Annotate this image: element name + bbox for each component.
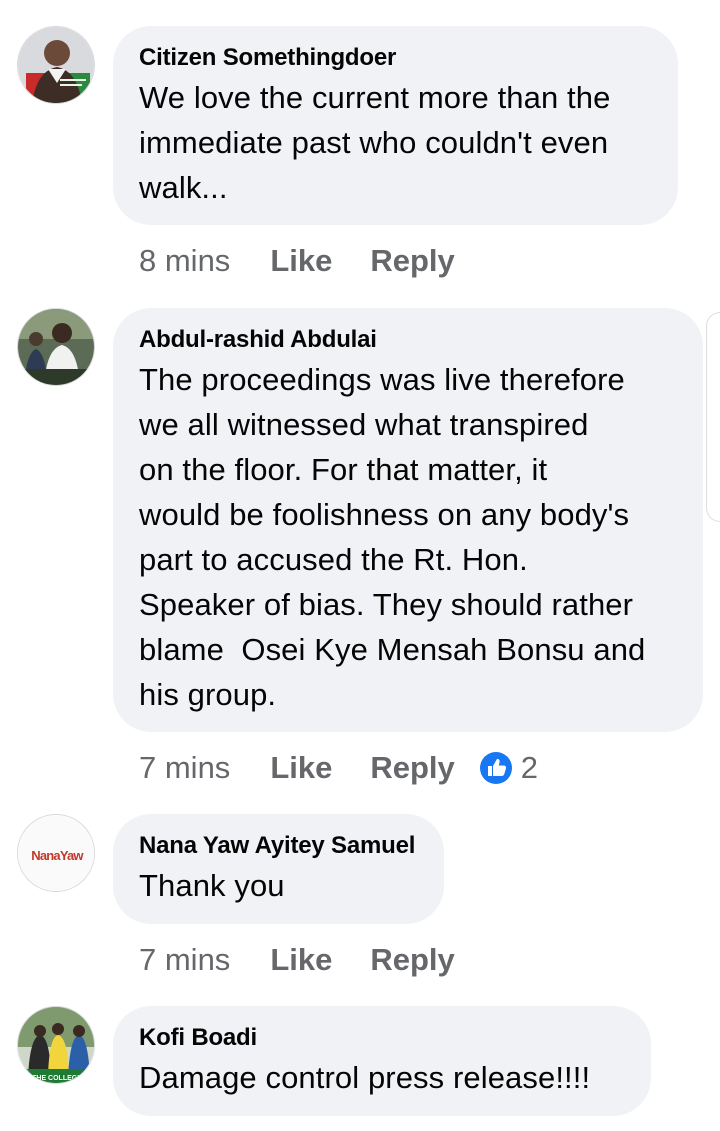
avatar[interactable] (17, 308, 95, 386)
comment-line: Damage control press release!!!! (139, 1060, 591, 1095)
avatar[interactable]: THE COLLEGE (17, 1006, 95, 1084)
comment-actions: 7 mins Like Reply (139, 940, 493, 980)
comment-line: part to accused the Rt. Hon. (139, 542, 528, 577)
next-panel-edge (706, 312, 720, 522)
comment-text: The proceedings was live therefore we al… (139, 357, 677, 717)
reaction-count: 2 (520, 750, 539, 785)
comment-author[interactable]: Kofi Boadi (139, 1023, 625, 1053)
comment-bubble: Kofi Boadi Damage control press release!… (113, 1006, 651, 1116)
comment-actions: 7 mins Like Reply 2 (139, 748, 538, 788)
like-button[interactable]: Like (270, 942, 332, 978)
comment-line: his group. (139, 677, 277, 712)
like-button[interactable]: Like (270, 243, 332, 279)
comment-text: Damage control press release!!!! (139, 1055, 625, 1100)
comment-author[interactable]: Citizen Somethingdoer (139, 43, 652, 73)
comment-actions: 8 mins Like Reply (139, 241, 493, 281)
comment-author[interactable]: Abdul-rashid Abdulai (139, 325, 677, 355)
avatar-logo-text: NanaYaw (31, 848, 84, 863)
reply-button[interactable]: Reply (370, 750, 454, 786)
comment-bubble: Citizen Somethingdoer We love the curren… (113, 26, 678, 225)
comment-text: We love the current more than the immedi… (139, 75, 652, 210)
avatar[interactable] (17, 26, 95, 104)
avatar-logo-text: THE COLLEGE (32, 1075, 82, 1082)
reply-button[interactable]: Reply (370, 942, 454, 978)
comment-line: walk... (139, 170, 228, 205)
comment-timestamp[interactable]: 7 mins (139, 750, 230, 786)
comment-line: Thank you (139, 868, 285, 903)
comment-timestamp[interactable]: 8 mins (139, 243, 230, 279)
comment-line: on the floor. For that matter, it (139, 452, 548, 487)
reply-button[interactable]: Reply (370, 243, 454, 279)
comment-bubble: Abdul-rashid Abdulai The proceedings was… (113, 308, 703, 732)
comment-text: Thank you (139, 863, 418, 908)
comment-bubble: Nana Yaw Ayitey Samuel Thank you (113, 814, 444, 924)
reaction-summary[interactable]: 2 (479, 750, 538, 786)
comment-timestamp[interactable]: 7 mins (139, 942, 230, 978)
comment-line: we all witnessed what transpired (139, 407, 589, 442)
comment-line: would be foolishness on any body's (139, 497, 630, 532)
comment-line: The proceedings was live therefore (139, 362, 625, 397)
avatar[interactable]: NanaYaw (17, 814, 95, 892)
like-button[interactable]: Like (270, 750, 332, 786)
comment-line: We love the current more than the (139, 80, 611, 115)
comment-line: immediate past who couldn't even (139, 125, 609, 160)
comment-line: blame Osei Kye Mensah Bonsu and (139, 632, 646, 667)
comment-author[interactable]: Nana Yaw Ayitey Samuel (139, 831, 418, 861)
like-thumb-icon (479, 752, 512, 784)
comment-line: Speaker of bias. They should rather (139, 587, 634, 622)
